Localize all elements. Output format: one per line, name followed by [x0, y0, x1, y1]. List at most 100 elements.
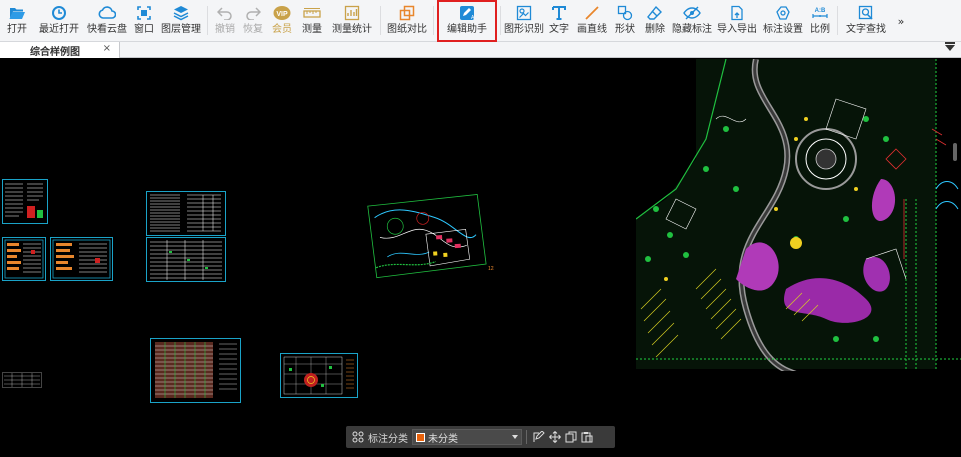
redo-button[interactable]: 恢复 [239, 0, 267, 42]
annotation-category-select[interactable]: 未分类 [412, 429, 522, 445]
drawing-sheet[interactable] [150, 338, 241, 403]
edit-assistant-label: 编辑助手 [447, 24, 487, 35]
document-tab-bar: 综合样例图 × [0, 42, 961, 58]
stats-icon [343, 4, 361, 22]
text-search-button[interactable]: 文字查找 [841, 0, 891, 42]
copy-icon[interactable] [563, 429, 579, 445]
annotation-category-label: 标注分类 [368, 433, 408, 445]
layers-label: 图层管理 [161, 24, 201, 35]
eraser-icon [646, 4, 664, 22]
folder-open-icon [8, 4, 26, 22]
shape-label: 形状 [615, 24, 635, 35]
drawing-sheet[interactable] [280, 353, 358, 398]
open-button[interactable]: 打开 [0, 0, 34, 42]
window-icon [135, 4, 153, 22]
line-button[interactable]: 画直线 [574, 0, 610, 42]
eye-off-icon [683, 4, 701, 22]
drawing-sheet[interactable] [50, 237, 113, 281]
edit-annotation-icon[interactable] [531, 429, 547, 445]
delete-button[interactable]: 删除 [640, 0, 670, 42]
scale-button[interactable]: A:B 比例 [806, 0, 834, 42]
redo-icon [244, 4, 262, 22]
tab-close-icon[interactable]: × [103, 43, 111, 54]
toolbar-divider [500, 6, 501, 35]
hide-marks-button[interactable]: 隐藏标注 [670, 0, 714, 42]
window-label: 窗口 [134, 24, 154, 35]
svg-text:A: A [471, 15, 475, 21]
compare-button[interactable]: 图纸对比 [384, 0, 430, 42]
plan-annotation-label: 1234 [488, 266, 494, 272]
drawing-sheet[interactable] [2, 237, 46, 281]
sheet-content [4, 239, 44, 279]
layers-button[interactable]: 图层管理 [158, 0, 204, 42]
paste-icon[interactable] [579, 429, 595, 445]
shape-icon [616, 4, 634, 22]
compare-icon [398, 4, 416, 22]
landscape-plan-drawing[interactable] [635, 59, 961, 382]
line-label: 画直线 [577, 24, 607, 35]
mark-settings-button[interactable]: 标注设置 [760, 0, 806, 42]
shape-button[interactable]: 形状 [610, 0, 640, 42]
sheet-content [150, 194, 221, 232]
undo-button[interactable]: 撤销 [211, 0, 239, 42]
shape-recognize-button[interactable]: 图形识别 [504, 0, 544, 42]
recent-label: 最近打开 [39, 24, 79, 35]
delete-label: 删除 [645, 24, 665, 35]
site-plan-thumbnail[interactable]: 1234 [366, 194, 499, 280]
sheet-content [5, 183, 43, 218]
drawing-canvas[interactable]: 1234 [0, 59, 961, 457]
recent-button[interactable]: 最近打开 [34, 0, 84, 42]
category-color-swatch [416, 432, 425, 442]
import-export-button[interactable]: 导入导出 [714, 0, 760, 42]
grid-category-icon[interactable] [350, 429, 366, 445]
measure-stats-button[interactable]: 测量统计 [327, 0, 377, 42]
sheet-content [52, 239, 111, 279]
undo-label: 撤销 [215, 24, 235, 35]
cloud-icon [98, 4, 116, 22]
shape-recognize-icon [515, 4, 533, 22]
text-icon [550, 4, 568, 22]
vip-button[interactable]: VIP 会员 [267, 0, 297, 42]
drawing-sheet[interactable] [146, 237, 226, 282]
toolbar-divider [207, 6, 208, 35]
drawing-sheet[interactable] [2, 179, 48, 224]
tab-list-dropdown-icon[interactable] [945, 42, 955, 51]
edit-assistant-button[interactable]: A 编辑助手 [437, 0, 497, 42]
measure-stats-label: 测量统计 [332, 24, 372, 35]
sheet-content [150, 240, 222, 280]
shape-recognize-label: 图形识别 [504, 24, 544, 35]
toolbar-more-button[interactable]: » [891, 0, 911, 42]
open-label: 打开 [7, 24, 27, 35]
scale-icon: A:B [811, 4, 829, 22]
vertical-scroll-thumb[interactable] [953, 143, 957, 161]
annotation-toolbar: 标注分类 未分类 [346, 426, 615, 448]
toolbar-divider [433, 6, 434, 35]
drawing-sheet[interactable] [146, 191, 226, 236]
landscape-plan-svg [635, 59, 961, 382]
clock-icon [50, 4, 68, 22]
line-icon [583, 4, 601, 22]
svg-text:A:B: A:B [815, 8, 826, 14]
window-button[interactable]: 窗口 [130, 0, 158, 42]
layers-icon [172, 4, 190, 22]
cloud-button[interactable]: 快看云盘 [84, 0, 130, 42]
category-selected-value: 未分类 [428, 433, 458, 445]
redo-label: 恢复 [243, 24, 263, 35]
sheet-content [283, 356, 354, 395]
tab-comprehensive-sample[interactable]: 综合样例图 × [0, 42, 120, 58]
tab-label: 综合样例图 [30, 46, 80, 58]
move-icon[interactable] [547, 429, 563, 445]
compare-label: 图纸对比 [387, 24, 427, 35]
drawing-sheet[interactable] [2, 372, 42, 388]
toolbar-divider [837, 6, 838, 35]
text-label: 文字 [549, 24, 569, 35]
sheet-content [155, 342, 237, 398]
edit-assistant-icon: A [458, 4, 476, 22]
text-button[interactable]: 文字 [544, 0, 574, 42]
scale-label: 比例 [810, 24, 830, 35]
mark-settings-label: 标注设置 [763, 24, 803, 35]
app-window: 打开 最近打开 快看云盘 窗口 图层管理 撤销 恢复 VIP 会员 测量 测量统… [0, 0, 961, 457]
measure-button[interactable]: 测量 [297, 0, 327, 42]
text-search-icon [857, 4, 875, 22]
toolbar-divider [380, 6, 381, 35]
